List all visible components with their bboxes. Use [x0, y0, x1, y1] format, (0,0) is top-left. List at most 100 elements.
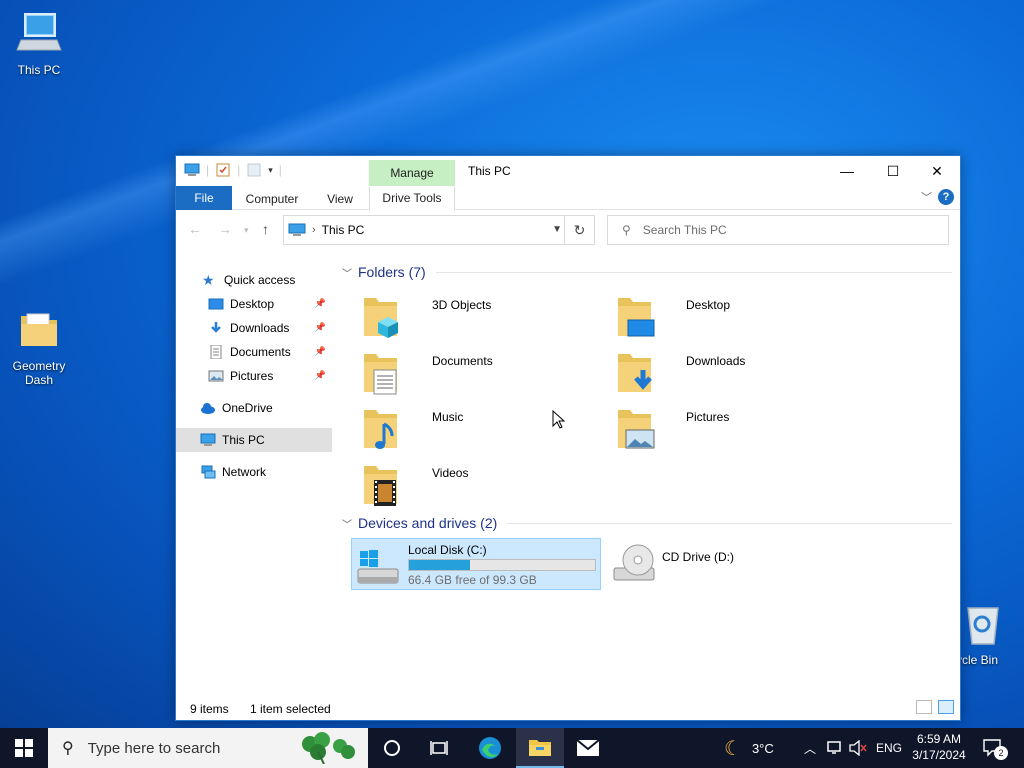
folder-tile-3d-objects[interactable]: 3D Objects	[360, 292, 590, 344]
folder-name: 3D Objects	[432, 298, 492, 312]
nav-item-desktop[interactable]: Desktop 📌	[176, 292, 332, 316]
nav-item-label: OneDrive	[222, 401, 273, 415]
nav-item-this-pc[interactable]: This PC	[176, 428, 332, 452]
taskbar-edge-button[interactable]	[466, 728, 514, 768]
clover-icon	[302, 732, 355, 764]
folder-tile-pictures[interactable]: Pictures	[614, 404, 844, 456]
title-bar: | | ▾ | Manage This PC — ☐ ✕	[176, 156, 960, 186]
back-arrow-icon[interactable]: ←	[188, 221, 202, 237]
nav-item-onedrive[interactable]: OneDrive	[176, 396, 332, 420]
weather-temperature: 3°C	[751, 740, 774, 756]
ribbon: File Computer View Drive Tools ﹀ ?	[176, 186, 960, 211]
pin-icon: 📌	[314, 346, 326, 356]
help-button[interactable]: ?	[938, 189, 954, 205]
folder-icon	[21, 313, 57, 346]
network-tray-button[interactable]	[826, 728, 844, 768]
desktop-icon-recycle-bin[interactable]: cycle Bin	[950, 600, 1024, 667]
desktop-icon-label: This PC	[17, 63, 61, 77]
nav-item-label: Documents	[230, 345, 291, 359]
nav-item-network[interactable]: Network	[176, 460, 332, 484]
folder-tile-documents[interactable]: Documents	[360, 348, 590, 400]
folders-group-header[interactable]: ﹀ Folders (7)	[342, 264, 952, 280]
folder-tile-videos[interactable]: Videos	[360, 460, 590, 512]
network-icon	[201, 465, 216, 479]
nav-item-quick-access[interactable]: ★ Quick access	[176, 268, 332, 292]
recent-locations-chevron-icon[interactable]: ▾	[244, 225, 249, 236]
computer-icon	[184, 163, 200, 176]
start-button[interactable]	[0, 728, 48, 768]
minimize-button[interactable]: —	[824, 156, 870, 186]
group-divider	[435, 271, 952, 273]
taskbar-file-explorer-button[interactable]	[516, 728, 564, 768]
folder-tile-desktop[interactable]: Desktop	[614, 292, 844, 344]
up-arrow-icon[interactable]: ↑	[262, 221, 269, 237]
taskbar-search-box[interactable]: ⚲ Type here to search	[48, 728, 368, 768]
tab-drive-tools[interactable]: Drive Tools	[369, 187, 455, 211]
search-placeholder: Search This PC	[642, 223, 727, 237]
input-language-button[interactable]: ENG	[876, 728, 902, 768]
edge-icon	[479, 737, 501, 759]
music-folder-icon	[364, 410, 397, 449]
mouse-cursor-icon	[552, 410, 566, 429]
downloads-folder-icon	[618, 354, 652, 392]
collapse-chevron-icon[interactable]: ﹀	[342, 265, 352, 280]
large-icons-view-icon[interactable]	[938, 700, 954, 714]
drives-group-header[interactable]: ﹀ Devices and drives (2)	[342, 515, 952, 531]
clock-time: 6:59 AM	[916, 732, 962, 746]
close-button[interactable]: ✕	[914, 156, 960, 186]
new-folder-icon[interactable]	[246, 163, 262, 177]
taskbar-mail-button[interactable]	[564, 728, 612, 768]
moon-icon: ☾	[724, 737, 742, 760]
tab-file[interactable]: File	[176, 186, 232, 210]
action-center-button[interactable]: 2	[982, 728, 1018, 768]
search-icon: ⚲	[62, 740, 74, 757]
pin-icon: 📌	[314, 370, 326, 380]
details-view-icon[interactable]	[916, 700, 932, 714]
nav-item-label: Network	[222, 465, 267, 479]
navigation-pane: ★ Quick access Desktop 📌 Downloads 📌 Doc…	[176, 266, 332, 686]
maximize-button[interactable]: ☐	[870, 156, 916, 186]
desktop-icon-geometry-dash[interactable]: Geometry Dash	[1, 306, 77, 387]
weather-widget[interactable]: ☾ 3°C	[724, 728, 774, 768]
notification-count-badge: 2	[994, 746, 1008, 760]
nav-item-documents[interactable]: Documents 📌	[176, 340, 332, 364]
nav-item-downloads[interactable]: Downloads 📌	[176, 316, 332, 340]
customize-toolbar-chevron-icon[interactable]: ▾	[268, 165, 273, 176]
address-dropdown-chevron-icon[interactable]: ▼	[552, 224, 562, 235]
show-hidden-icons-button[interactable]: ︿	[804, 728, 816, 768]
refresh-button[interactable]: ↻	[564, 216, 594, 244]
desktop-folder-icon	[618, 298, 655, 337]
search-box[interactable]: ⚲ Search This PC	[607, 215, 949, 245]
folder-tile-downloads[interactable]: Downloads	[614, 348, 844, 400]
expand-ribbon-chevron-icon[interactable]: ﹀	[921, 189, 932, 205]
task-view-button[interactable]	[416, 728, 464, 768]
tab-manage[interactable]: Manage	[369, 160, 455, 186]
nav-item-label: Quick access	[224, 273, 296, 287]
download-icon	[211, 322, 221, 333]
task-view-icon	[430, 741, 448, 755]
drive-name: CD Drive (D:)	[662, 550, 734, 564]
pictures-icon	[208, 370, 224, 382]
forward-arrow-icon[interactable]: →	[218, 221, 232, 237]
tab-computer[interactable]: Computer	[240, 188, 304, 210]
view-toggle	[916, 700, 954, 714]
drive-tile-cd-drive-d[interactable]: CD Drive (D:)	[606, 538, 856, 590]
computer-icon	[16, 13, 62, 51]
content-pane: ﹀ Folders (7) 3D Objects Desktop Documen…	[336, 254, 958, 694]
breadcrumb-this-pc[interactable]: This PC	[322, 223, 365, 237]
desktop-icon-this-pc[interactable]: This PC	[1, 10, 77, 77]
drive-usage-fill	[409, 560, 471, 570]
clock[interactable]: 6:59 AM 3/17/2024	[906, 731, 972, 763]
cortana-button[interactable]	[368, 728, 416, 768]
collapse-chevron-icon[interactable]: ﹀	[342, 516, 352, 531]
tab-view[interactable]: View	[318, 188, 362, 210]
properties-icon[interactable]	[215, 163, 231, 177]
address-bar[interactable]: › This PC ▼ ↻	[283, 215, 595, 245]
nav-item-pictures[interactable]: Pictures 📌	[176, 364, 332, 388]
toolbar-separator: |	[278, 163, 282, 177]
drive-usage-bar	[408, 559, 596, 571]
volume-tray-button[interactable]	[848, 728, 868, 768]
search-icon: ⚲	[622, 223, 631, 237]
drive-tile-local-disk-c[interactable]: Local Disk (C:) 66.4 GB free of 99.3 GB	[351, 538, 601, 590]
desktop-icon-label: cycle Bin	[950, 653, 999, 667]
